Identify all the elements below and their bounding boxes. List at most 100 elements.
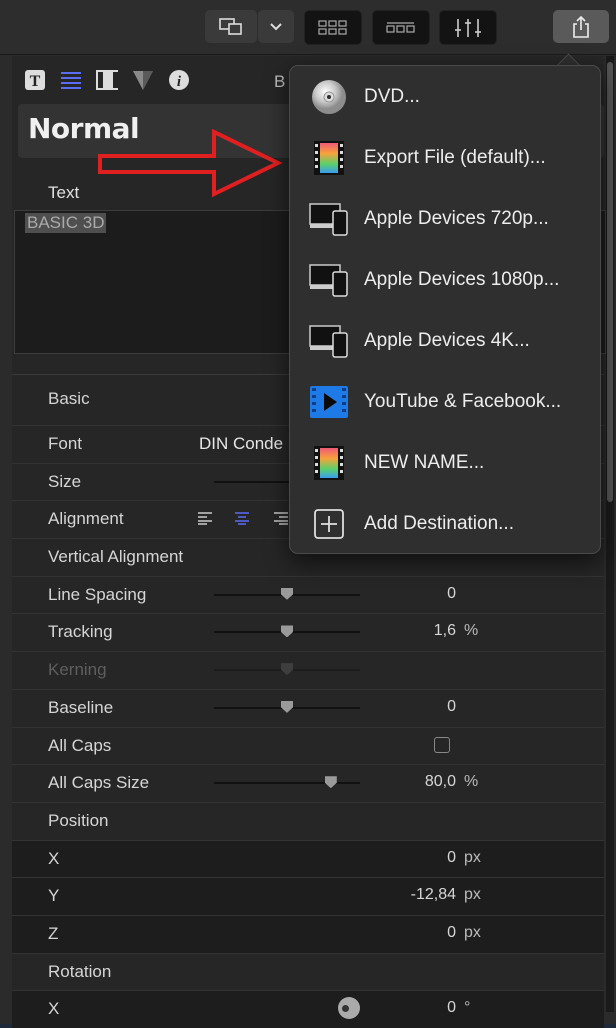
position-y-label: Y	[48, 886, 60, 906]
apple-devices-icon	[308, 198, 350, 240]
all-caps-size-unit: %	[464, 773, 479, 791]
position-z-label: Z	[48, 923, 59, 943]
youtube-facebook-icon	[308, 381, 350, 423]
tab-paragraph[interactable]	[60, 69, 82, 91]
line-spacing-slider[interactable]	[214, 587, 360, 600]
baseline-slider[interactable]	[214, 700, 360, 713]
grid-icon	[318, 19, 347, 35]
dvd-icon	[308, 76, 350, 118]
info-icon: i	[169, 70, 189, 90]
alignment-label: Alignment	[48, 509, 124, 529]
all-caps-label: All Caps	[48, 735, 112, 755]
position-label: Position	[48, 810, 109, 830]
kerning-label: Kerning	[48, 660, 107, 680]
timeline-icon	[386, 21, 415, 33]
sliders-icon	[455, 18, 481, 37]
menu-item-label: Apple Devices 1080p...	[364, 268, 560, 290]
menu-item-export-file[interactable]: Export File (default)...	[290, 127, 600, 188]
font-value[interactable]: DIN Conde	[199, 434, 283, 454]
align-center-icon[interactable]	[234, 511, 250, 526]
rotation-x-label: X	[48, 999, 60, 1019]
kerning-slider	[214, 663, 360, 676]
basic-label: Basic	[48, 389, 90, 408]
menu-item-label: YouTube & Facebook...	[364, 390, 562, 412]
plus-square-icon	[308, 503, 350, 545]
line-spacing-knob[interactable]	[281, 587, 293, 600]
menu-item-label: Apple Devices 4K...	[364, 329, 530, 351]
position-x-label: X	[48, 848, 60, 868]
menu-item-label: Add Destination...	[364, 512, 514, 534]
tab-color[interactable]	[132, 69, 154, 91]
position-x-row: X 0 px	[12, 839, 604, 878]
line-spacing-value[interactable]: 0	[447, 585, 456, 603]
all-caps-size-value[interactable]: 80,0	[425, 773, 456, 791]
view-options-dropdown[interactable]	[258, 10, 294, 43]
menu-item-apple-4k[interactable]: Apple Devices 4K...	[290, 310, 600, 371]
text-section-label: Text	[48, 183, 80, 202]
kerning-knob	[281, 663, 293, 676]
vertical-alignment-label: Vertical Alignment	[48, 547, 184, 567]
baseline-knob[interactable]	[281, 700, 293, 713]
all-caps-size-label: All Caps Size	[48, 773, 150, 793]
tracking-knob[interactable]	[281, 625, 293, 638]
tracking-value[interactable]: 1,6	[434, 622, 456, 640]
share-button[interactable]	[553, 10, 609, 43]
all-caps-checkbox[interactable]	[434, 736, 450, 753]
tracking-row: Tracking 1,6 %	[12, 613, 604, 651]
kerning-row: Kerning	[12, 651, 604, 689]
rotation-x-value[interactable]: 0	[447, 999, 456, 1017]
menu-item-add-destination[interactable]: Add Destination...	[290, 493, 600, 554]
toolbar	[0, 0, 616, 55]
apple-devices-icon	[308, 320, 350, 362]
line-spacing-row: Line Spacing 0	[12, 575, 604, 614]
menu-item-dvd[interactable]: DVD...	[290, 66, 600, 127]
paragraph-lines-icon	[61, 72, 81, 89]
tracking-label: Tracking	[48, 622, 113, 642]
all-caps-size-row: All Caps Size 80,0 %	[12, 764, 604, 802]
tab-video[interactable]	[96, 69, 118, 91]
position-section-header[interactable]: Position	[12, 801, 604, 840]
position-z-value[interactable]: 0	[447, 924, 456, 942]
red-annotation-arrow	[98, 128, 283, 198]
position-y-value[interactable]: -12,84	[411, 886, 456, 904]
browser-toggle-button[interactable]	[304, 10, 362, 45]
color-triangle-icon	[133, 71, 153, 90]
line-spacing-label: Line Spacing	[48, 584, 147, 604]
film-frame-icon	[308, 442, 350, 484]
scrollbar-thumb[interactable]	[607, 62, 613, 502]
inspector-toggle-button[interactable]	[439, 10, 497, 45]
align-left-icon[interactable]	[198, 511, 214, 526]
share-destinations-menu: DVD... Export File (default)... Apple De…	[289, 65, 601, 554]
rotation-x-unit: °	[464, 999, 471, 1017]
display-icon	[219, 17, 242, 35]
menu-item-youtube-facebook[interactable]: YouTube & Facebook...	[290, 371, 600, 432]
rotation-label: Rotation	[48, 961, 112, 981]
font-label: Font	[48, 434, 83, 453]
rotation-x-dial[interactable]	[338, 997, 360, 1020]
menu-item-apple-1080p[interactable]: Apple Devices 1080p...	[290, 249, 600, 310]
rotation-section-header[interactable]: Rotation	[12, 952, 604, 991]
position-z-row: Z 0 px	[12, 914, 604, 953]
tracking-slider[interactable]	[214, 625, 360, 638]
tab-info[interactable]: i	[168, 69, 190, 91]
app-window: T i B Normal Text BASIC 3D Basic Font DI…	[0, 0, 616, 1028]
timeline-toggle-button[interactable]	[372, 10, 430, 45]
rotation-x-row: X 0 °	[12, 990, 604, 1028]
apple-devices-icon	[308, 259, 350, 301]
share-icon	[573, 15, 589, 38]
menu-item-label: NEW NAME...	[364, 451, 485, 473]
position-x-value[interactable]: 0	[447, 849, 456, 867]
align-right-icon[interactable]	[272, 511, 288, 526]
view-options-button[interactable]	[205, 10, 257, 43]
baseline-value[interactable]: 0	[447, 698, 456, 716]
chevron-down-icon	[270, 22, 282, 30]
all-caps-size-knob[interactable]	[324, 776, 337, 789]
position-y-unit: px	[464, 886, 481, 904]
menu-item-apple-720p[interactable]: Apple Devices 720p...	[290, 188, 600, 249]
all-caps-size-slider[interactable]	[214, 776, 360, 789]
baseline-row: Baseline 0	[12, 688, 604, 727]
menu-item-new-name[interactable]: NEW NAME...	[290, 432, 600, 493]
position-y-row: Y -12,84 px	[12, 877, 604, 915]
tab-text[interactable]: T	[24, 69, 46, 91]
menu-item-label: DVD...	[364, 85, 420, 107]
